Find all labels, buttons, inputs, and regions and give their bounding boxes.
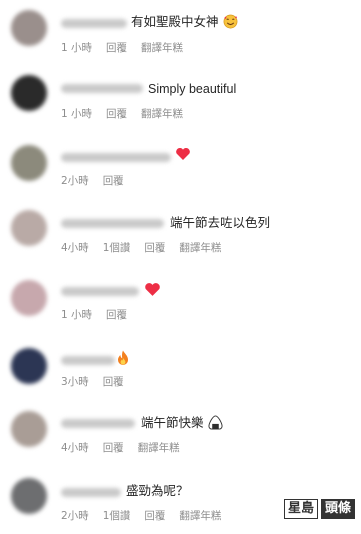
comment-meta: 1 小時 回覆 <box>61 308 127 322</box>
comment-meta: 4小時 1個讚 回覆 翻譯年糕 <box>61 241 221 255</box>
avatar[interactable] <box>11 411 47 447</box>
avatar[interactable] <box>11 10 47 46</box>
comment-text <box>117 350 129 367</box>
avatar[interactable] <box>11 75 47 111</box>
comment-meta: 4小時 回覆 翻譯年糕 <box>61 441 180 455</box>
avatar[interactable] <box>11 145 47 181</box>
comment-meta: 2小時 1個讚 回覆 翻譯年糕 <box>61 509 221 523</box>
reply-button[interactable]: 回覆 <box>103 441 124 455</box>
like-count[interactable]: 1個讚 <box>103 509 131 523</box>
comment-item: 1 小時 回覆 <box>0 271 361 335</box>
rice-ball-icon <box>207 415 223 430</box>
username-blurred[interactable] <box>61 287 139 296</box>
avatar[interactable] <box>11 478 47 514</box>
username-blurred[interactable] <box>61 356 115 365</box>
watermark-part1: 星島 <box>283 499 318 519</box>
reply-button[interactable]: 回覆 <box>144 509 165 523</box>
watermark-part2: 頭條 <box>320 499 355 519</box>
reply-button[interactable]: 回覆 <box>103 375 124 389</box>
comment-meta: 1 小時 回覆 翻譯年糕 <box>61 107 183 121</box>
reply-button[interactable]: 回覆 <box>106 308 127 322</box>
fire-icon <box>118 350 128 365</box>
red-heart-icon <box>176 147 190 160</box>
comment-time: 1 小時 <box>61 309 93 321</box>
comment-item: 3小時 回覆 <box>0 341 361 405</box>
comment-item: 有如聖殿中女神 1 小時 回覆 翻譯年糕 <box>0 4 361 68</box>
comment-item: 端午節去咗以色列 4小時 1個讚 回覆 翻譯年糕 <box>0 199 361 263</box>
comment-meta: 1 小時 回覆 翻譯年糕 <box>61 41 183 55</box>
translate-button[interactable]: 翻譯年糕 <box>138 441 180 455</box>
reply-button[interactable]: 回覆 <box>144 241 165 255</box>
comment-text <box>144 282 161 299</box>
comment-text: 端午節去咗以色列 <box>170 215 271 230</box>
username-blurred[interactable] <box>61 84 143 93</box>
comment-meta: 3小時 回覆 <box>61 375 124 389</box>
comment-item: Simply beautiful 1 小時 回覆 翻譯年糕 <box>0 69 361 133</box>
watermark-logo: 星島 頭條 <box>283 499 355 519</box>
comment-text: 端午節快樂 <box>141 415 223 431</box>
username-blurred[interactable] <box>61 419 135 428</box>
translate-button[interactable]: 翻譯年糕 <box>179 509 221 523</box>
reply-button[interactable]: 回覆 <box>103 174 124 188</box>
translate-button[interactable]: 翻譯年糕 <box>179 241 221 255</box>
red-heart-icon <box>145 283 160 296</box>
comment-time: 4小時 <box>61 442 89 454</box>
translate-button[interactable]: 翻譯年糕 <box>141 41 183 55</box>
comment-time: 2小時 <box>61 510 89 522</box>
username-blurred[interactable] <box>61 153 171 162</box>
smiling-face-with-hearts-icon <box>223 14 237 29</box>
reply-button[interactable]: 回覆 <box>106 107 127 121</box>
comment-time: 1 小時 <box>61 42 93 54</box>
avatar[interactable] <box>11 210 47 246</box>
avatar[interactable] <box>11 280 47 316</box>
reply-button[interactable]: 回覆 <box>106 41 127 55</box>
username-blurred[interactable] <box>61 219 164 228</box>
like-count[interactable]: 1個讚 <box>103 241 131 255</box>
comment-meta: 2小時 回覆 <box>61 174 124 188</box>
translate-button[interactable]: 翻譯年糕 <box>141 107 183 121</box>
username-blurred[interactable] <box>61 488 121 497</box>
comment-time: 1 小時 <box>61 108 93 120</box>
comment-item: 2小時 回覆 <box>0 134 361 198</box>
comment-time: 3小時 <box>61 376 89 388</box>
comment-text: Simply beautiful <box>148 82 237 96</box>
comment-text: 有如聖殿中女神 <box>131 14 238 30</box>
username-blurred[interactable] <box>61 19 127 28</box>
avatar[interactable] <box>11 348 47 384</box>
comment-item: 端午節快樂 4小時 回覆 翻譯年糕 <box>0 404 361 468</box>
comment-time: 4小時 <box>61 242 89 254</box>
comment-text <box>175 147 191 163</box>
comment-time: 2小時 <box>61 175 89 187</box>
comment-text: 盛勁為呢？ <box>126 483 189 498</box>
